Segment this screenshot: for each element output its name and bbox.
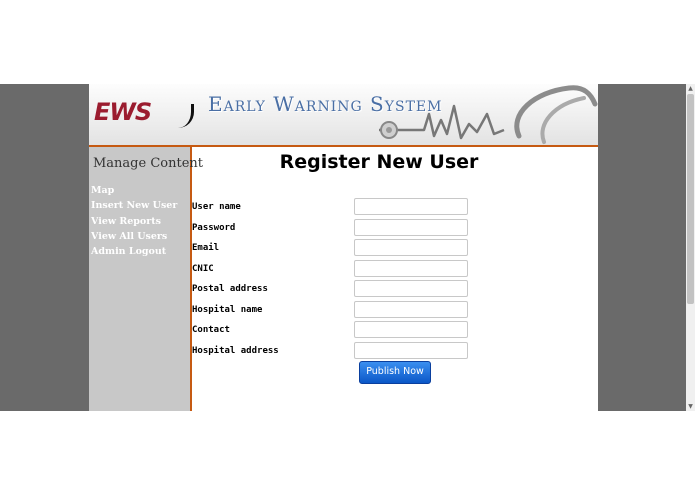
hospital-name-input[interactable] — [354, 300, 468, 318]
scrollbar-thumb[interactable] — [687, 94, 694, 304]
sidebar-nav: Map Insert New User View Reports View Al… — [91, 183, 177, 259]
ews-logo: EWS — [94, 98, 152, 126]
sidebar-item-insert-new-user[interactable]: Insert New User — [91, 198, 177, 213]
scroll-up-arrow-icon[interactable]: ▲ — [686, 84, 695, 93]
cnic-input[interactable] — [354, 259, 468, 277]
contact-input[interactable] — [354, 321, 468, 338]
password-label: Password — [192, 222, 236, 233]
logo-swoosh-icon — [175, 104, 194, 128]
page-container: EWS Early Warning System Manage Content … — [89, 84, 598, 411]
page-title: Register New User — [279, 151, 479, 173]
sidebar-item-admin-logout[interactable]: Admin Logout — [91, 244, 177, 259]
hospital-address-label: Hospital address — [192, 345, 279, 356]
site-banner: EWS Early Warning System — [89, 84, 598, 147]
postal-address-input[interactable] — [354, 280, 468, 297]
contact-label: Contact — [192, 325, 230, 335]
sidebar-item-view-all-users[interactable]: View All Users — [91, 229, 177, 244]
browser-viewport: EWS Early Warning System Manage Content … — [0, 84, 686, 411]
sidebar-item-map[interactable]: Map — [91, 183, 177, 198]
scroll-down-arrow-icon[interactable]: ▼ — [686, 402, 695, 411]
hospital-address-input[interactable] — [354, 341, 468, 359]
postal-address-label: Postal address — [192, 284, 268, 294]
sidebar-title: Manage Content — [93, 156, 203, 171]
cnic-label: CNIC — [192, 263, 214, 274]
hospital-name-label: Hospital name — [192, 304, 263, 315]
email-input[interactable] — [354, 239, 468, 256]
publish-now-button[interactable]: Publish Now — [359, 361, 431, 384]
sidebar: Manage Content Map Insert New User View … — [89, 147, 203, 411]
user-name-input[interactable] — [354, 198, 468, 215]
user-name-label: User name — [192, 202, 241, 212]
password-input[interactable] — [354, 218, 468, 236]
stethoscope-heartbeat-icon — [379, 85, 598, 144]
sidebar-item-view-reports[interactable]: View Reports — [91, 214, 177, 229]
email-label: Email — [192, 243, 220, 253]
register-form: Register New User User name Password Ema… — [192, 147, 598, 411]
vertical-scrollbar[interactable]: ▲ ▼ — [686, 84, 695, 411]
